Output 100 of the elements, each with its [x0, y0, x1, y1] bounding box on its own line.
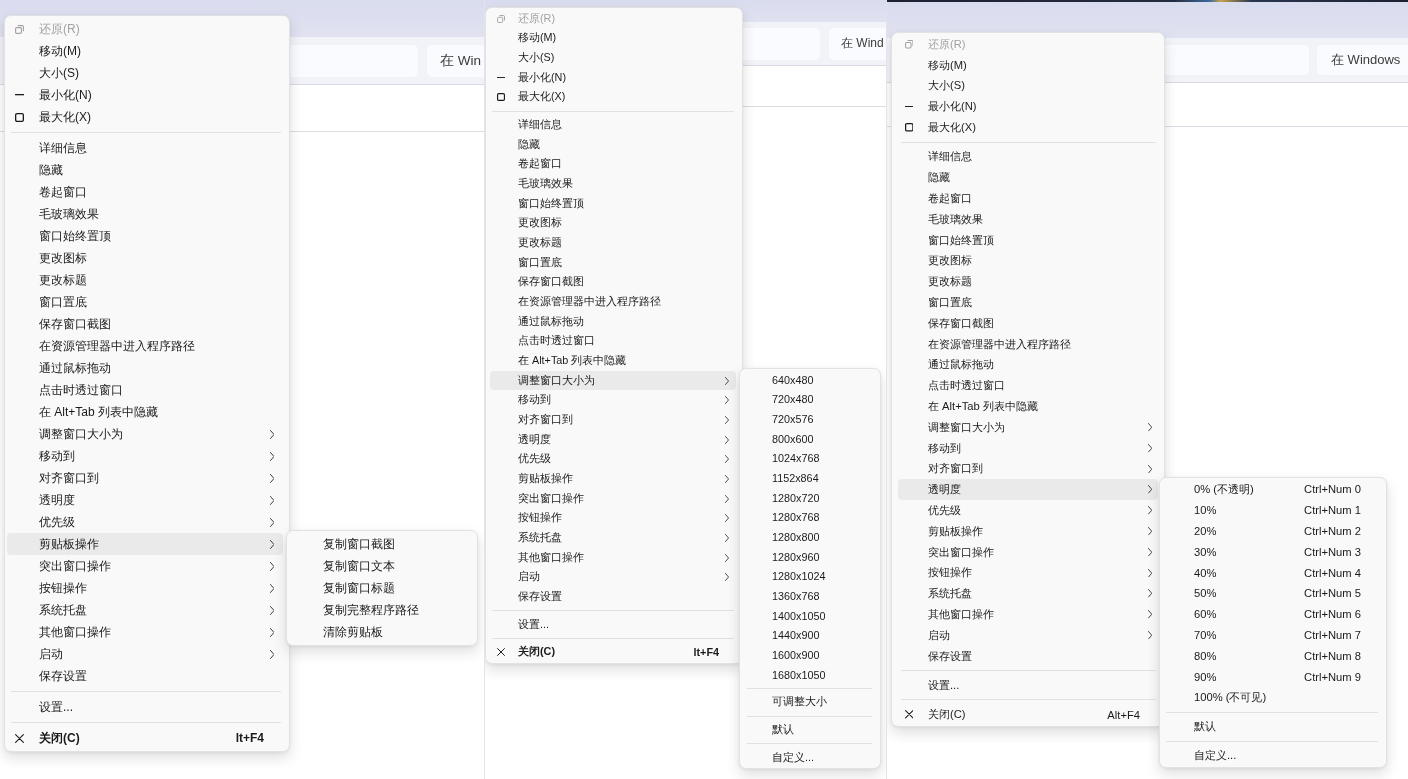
menu-item[interactable]: 点击时透过窗口	[898, 375, 1158, 397]
menu-item[interactable]: 突出窗口操作	[490, 488, 736, 509]
menu-item[interactable]: 对齐窗口到	[7, 467, 283, 489]
menu-item[interactable]: 调整窗口大小为	[898, 416, 1158, 438]
toolbar-button[interactable]: 在 Win	[427, 44, 484, 77]
menu-item[interactable]: 剪贴板操作	[7, 533, 283, 555]
menu-item[interactable]: 最大化(X)	[7, 106, 283, 128]
menu-item[interactable]: 更改标题	[490, 233, 736, 253]
menu-item[interactable]: 透明度	[7, 489, 283, 511]
menu-item[interactable]: 保存设置	[898, 645, 1158, 667]
menu-item[interactable]: 关闭(C) lt+F4	[490, 642, 736, 662]
submenu-item[interactable]: 复制窗口标题	[289, 577, 475, 599]
menu-item[interactable]: 保存窗口截图	[490, 272, 736, 293]
submenu-item[interactable]: 80% Ctrl+Num 8	[1162, 645, 1384, 667]
menu-item[interactable]: 更改图标	[898, 250, 1158, 272]
menu-item[interactable]: 突出窗口操作	[898, 541, 1158, 563]
submenu-item[interactable]: 1152x864	[742, 468, 878, 488]
menu-item[interactable]: 在资源管理器中进入程序路径	[490, 292, 736, 312]
menu-item[interactable]: 在 Alt+Tab 列表中隐藏	[898, 396, 1158, 417]
menu-item[interactable]: 按钮操作	[898, 562, 1158, 584]
submenu-item[interactable]: 默认	[1162, 716, 1384, 738]
menu-item[interactable]: 透明度	[898, 479, 1158, 501]
submenu-item[interactable]: 复制窗口截图	[289, 533, 475, 555]
menu-item[interactable]: 按钮操作	[7, 577, 283, 599]
menu-item[interactable]: 在 Alt+Tab 列表中隐藏	[7, 401, 283, 423]
menu-item[interactable]: 启动	[490, 567, 736, 588]
submenu-item[interactable]: 1280x720	[742, 487, 878, 508]
menu-item[interactable]: 其他窗口操作	[490, 547, 736, 568]
submenu-item[interactable]: 640x480	[742, 370, 878, 390]
menu-item[interactable]: 窗口置底	[490, 252, 736, 273]
menu-item[interactable]: 对齐窗口到	[898, 458, 1158, 480]
menu-item[interactable]: 关闭(C) Alt+F4	[898, 704, 1158, 725]
menu-item[interactable]: 系统托盘	[7, 599, 283, 621]
menu-item[interactable]: 移动到	[898, 437, 1158, 459]
submenu-item[interactable]: 1600x900	[742, 645, 878, 665]
menu-item[interactable]: 最小化(N)	[898, 96, 1158, 118]
submenu-item[interactable]: 1400x1050	[742, 605, 878, 626]
submenu-item[interactable]: 720x576	[742, 409, 878, 429]
menu-item[interactable]: 设置...	[490, 614, 736, 635]
menu-item[interactable]: 在资源管理器中进入程序路径	[7, 335, 283, 357]
menu-item[interactable]: 移动到	[7, 445, 283, 467]
submenu-item[interactable]: 复制窗口文本	[289, 555, 475, 577]
menu-item[interactable]: 毛玻璃效果	[898, 208, 1158, 230]
menu-item[interactable]: 对齐窗口到	[490, 410, 736, 430]
submenu-item[interactable]: 清除剪贴板	[289, 621, 475, 643]
menu-item[interactable]: 详细信息	[898, 146, 1158, 168]
menu-item[interactable]: 毛玻璃效果	[7, 203, 283, 225]
submenu-item[interactable]: 1680x1050	[742, 664, 878, 685]
submenu-item[interactable]: 复制完整程序路径	[289, 599, 475, 621]
submenu-item[interactable]: 70% Ctrl+Num 7	[1162, 624, 1384, 646]
submenu-item[interactable]: 50% Ctrl+Num 5	[1162, 583, 1384, 604]
submenu-item[interactable]: 自定义...	[1162, 745, 1384, 767]
menu-item[interactable]: 启动	[898, 624, 1158, 646]
submenu-item[interactable]: 自定义...	[742, 747, 878, 768]
menu-item[interactable]: 毛玻璃效果	[490, 174, 736, 194]
menu-item[interactable]: 按钮操作	[490, 508, 736, 529]
menu-item[interactable]: 窗口置底	[898, 292, 1158, 313]
menu-item[interactable]: 通过鼠标拖动	[490, 311, 736, 332]
menu-item[interactable]: 设置...	[7, 696, 283, 718]
menu-item[interactable]: 点击时透过窗口	[490, 331, 736, 352]
submenu-item[interactable]: 720x480	[742, 389, 878, 410]
menu-item[interactable]: 最小化(N)	[7, 84, 283, 106]
menu-item[interactable]: 卷起窗口	[898, 188, 1158, 209]
menu-item[interactable]: 更改图标	[7, 247, 283, 269]
submenu-item[interactable]: 0% (不透明) Ctrl+Num 0	[1162, 479, 1384, 500]
submenu-item[interactable]: 1440x900	[742, 625, 878, 646]
menu-item[interactable]: 大小(S)	[898, 75, 1158, 97]
submenu-item[interactable]: 100% (不可见)	[1162, 686, 1384, 708]
menu-item[interactable]: 点击时透过窗口	[7, 379, 283, 401]
menu-item[interactable]: 优先级	[898, 500, 1158, 521]
menu-item[interactable]: 优先级	[490, 449, 736, 470]
submenu-item[interactable]: 1280x768	[742, 507, 878, 528]
submenu-item[interactable]: 1280x800	[742, 527, 878, 547]
menu-item[interactable]: 窗口置底	[7, 291, 283, 313]
menu-item[interactable]: 大小(S)	[7, 62, 283, 84]
menu-item[interactable]: 窗口始终置顶	[898, 229, 1158, 251]
menu-item[interactable]: 最大化(X)	[490, 87, 736, 108]
menu-item[interactable]: 卷起窗口	[490, 154, 736, 175]
menu-item[interactable]: 保存窗口截图	[7, 313, 283, 335]
submenu-item[interactable]: 默认	[742, 720, 878, 740]
menu-item[interactable]: 通过鼠标拖动	[7, 357, 283, 379]
menu-item[interactable]: 更改标题	[7, 269, 283, 291]
menu-item[interactable]: 窗口始终置顶	[7, 225, 283, 247]
menu-item[interactable]: 调整窗口大小为	[490, 370, 736, 391]
menu-item[interactable]: 其他窗口操作	[898, 604, 1158, 625]
menu-item[interactable]: 详细信息	[7, 137, 283, 159]
menu-item[interactable]: 大小(S)	[490, 48, 736, 68]
menu-item[interactable]: 窗口始终置顶	[490, 193, 736, 214]
submenu-item[interactable]: 20% Ctrl+Num 2	[1162, 520, 1384, 542]
menu-item[interactable]: 剪贴板操作	[898, 520, 1158, 542]
menu-item[interactable]: 通过鼠标拖动	[898, 354, 1158, 376]
submenu-item[interactable]: 1280x960	[742, 546, 878, 567]
submenu-item[interactable]: 1360x768	[742, 586, 878, 606]
menu-item[interactable]: 保存窗口截图	[898, 312, 1158, 334]
menu-item[interactable]: 移动(M)	[490, 28, 736, 49]
menu-item[interactable]: 隐藏	[7, 159, 283, 181]
menu-item[interactable]: 系统托盘	[490, 528, 736, 548]
menu-item[interactable]: 系统托盘	[898, 583, 1158, 604]
menu-item[interactable]: 在 Alt+Tab 列表中隐藏	[490, 351, 736, 371]
menu-item[interactable]: 卷起窗口	[7, 181, 283, 203]
